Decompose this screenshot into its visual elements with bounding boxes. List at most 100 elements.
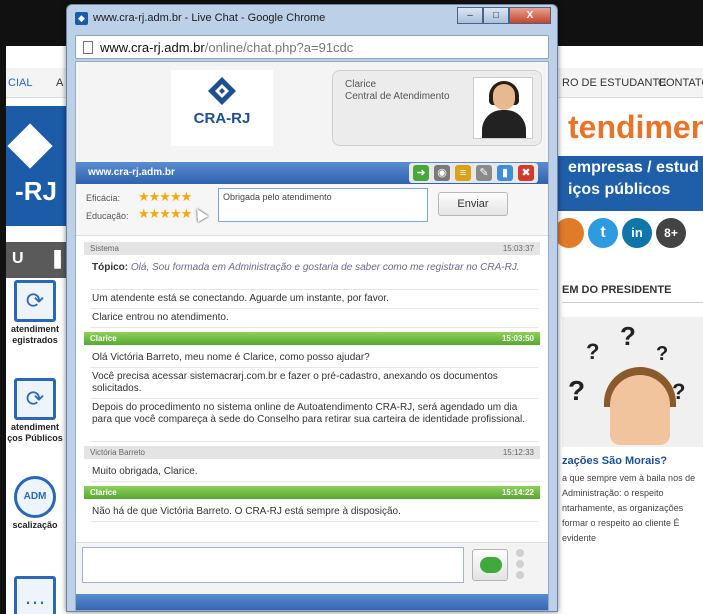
news-panel: EM DO PRESIDENTE ? ? ? ? ? zações São Mo… [562,284,703,546]
logo-diamond-icon [7,123,53,169]
send-rating-button[interactable]: Enviar [438,192,508,216]
message-header: Victória Barreto 15:12:33 [84,446,540,459]
agent-name: Clarice [345,79,377,90]
arrow-icon[interactable]: ➜ [413,165,429,181]
url-host: www.cra-rj.adm.br [100,40,205,55]
refresh-icon: ⟳ [14,378,56,420]
dark-tab-label: U [12,250,24,267]
message-text: Clarice entrou no atendimento. [92,312,229,323]
side-item-registrados[interactable]: ⟳ atendiment egistrados [6,280,64,346]
message-header: Clarice 15:03:50 [84,332,540,345]
news-header: EM DO PRESIDENTE [562,284,703,303]
message-time: 15:14:22 [501,488,534,497]
agent-info: Clarice Central de Atendimento [345,79,450,103]
education-stars[interactable]: ★★★★★ [138,206,192,222]
message-time: 15:12:33 [502,448,534,457]
banner-line-2: iços públicos [568,181,671,198]
rating-comment-input[interactable]: Obrigada pelo atendimento [218,188,428,222]
favicon-icon: ◆ [75,12,88,25]
message-divider [90,521,538,522]
message-sender: Victória Barreto [90,448,145,457]
message-divider [90,327,538,328]
refresh-icon: ⟳ [14,280,56,322]
question-marks-image[interactable]: ? ? ? ? ? [562,317,703,447]
print-icon[interactable]: ≡ [455,165,471,181]
toolbar-site-label: www.cra-rj.adm.br [88,167,175,178]
url-text: www.cra-rj.adm.br/online/chat.php?a=91cd… [100,40,353,55]
message-text: Olá Victória Barreto, meu nome é Clarice… [92,352,370,363]
message-sender: Sistema [90,244,119,253]
message-header: Clarice 15:14:22 [84,486,540,499]
woman-face [610,375,670,445]
nav-item-home[interactable]: CIAL [8,77,32,89]
message-list: Sistema 15:03:37 Tópico: Olá, Sou formada … [76,238,548,538]
nav-item-second[interactable]: A [56,77,63,89]
side-item-fiscalizacao[interactable]: ADM scalização [6,476,64,531]
cra-logo: CRA-RJ [171,70,273,146]
exit-icon[interactable]: ✖ [518,165,534,181]
chart-icon[interactable]: ▮ [497,165,513,181]
minimize-button[interactable]: – [457,7,483,24]
nav-item-contact[interactable]: CONTATO [658,77,703,89]
mouse-cursor-icon [191,205,209,223]
message-text: Não há de que Victória Barreto. O CRA-RJ… [92,506,401,517]
side-item-label: atendiment ços Públicos [7,422,63,443]
window-titlebar[interactable]: ◆ www.cra-rj.adm.br - Live Chat - Google… [67,5,557,33]
twitter-icon[interactable]: t [588,218,618,248]
chat-header: CRA-RJ Clarice Central de Atendimento [76,62,548,162]
chat-popup-window: ◆ www.cra-rj.adm.br - Live Chat - Google… [66,4,558,612]
window-controls: – □ X [457,7,551,25]
edit-icon[interactable]: ✎ [476,165,492,181]
education-label: Educação: [86,211,129,221]
googleplus-icon[interactable]: 8+ [656,218,686,248]
message-input[interactable] [82,547,464,583]
message-divider [90,398,538,399]
close-button[interactable]: X [509,7,551,24]
banner-headline: tendimen [568,109,703,145]
question-mark-icon: ? [586,339,600,364]
page-icon [83,41,93,54]
speech-bubble-icon [480,557,502,573]
scroll-controls[interactable] [516,549,526,581]
message-text: Você precisa acessar sistemacrarj.com.br… [92,371,498,394]
site-logo-text: -RJ [15,176,57,206]
cra-logo-text: CRA-RJ [193,110,251,127]
address-bar[interactable]: www.cra-rj.adm.br/online/chat.php?a=91cd… [75,35,549,59]
news-title[interactable]: zações São Morais? [562,455,703,467]
side-item-label: scalização [12,520,58,530]
hero-banner[interactable]: tendimen empresas / estud iços públicos [556,101,703,221]
agent-role: Central de Atendimento [345,91,450,102]
linkedin-icon[interactable]: in [622,218,652,248]
agent-avatar [473,77,533,139]
question-mark-icon: ? [620,321,636,351]
agent-card: Clarice Central de Atendimento [332,70,542,146]
side-item-servicos[interactable]: ⟳ atendiment ços Públicos [6,378,64,444]
efficiency-label: Eficácia: [86,193,121,203]
window-title: www.cra-rj.adm.br - Live Chat - Google C… [93,12,326,24]
sound-icon[interactable]: ◉ [434,165,450,181]
efficiency-stars[interactable]: ★★★★★ [138,189,192,205]
rss-icon[interactable] [554,218,584,248]
search-icon: ADM [14,476,56,518]
maximize-button[interactable]: □ [483,7,509,24]
chat-content: CRA-RJ Clarice Central de Atendimento ww… [75,61,549,611]
message-divider [90,289,538,290]
message-sender: Clarice [90,334,117,343]
message-text: Um atendente está se conectando. Aguarde… [92,293,389,304]
side-item-more[interactable]: … [6,576,64,614]
banner-line-1: empresas / estud [568,159,699,176]
site-logo[interactable]: -RJ [6,106,66,226]
chat-toolbar: www.cra-rj.adm.br ➜ ◉ ≡ ✎ ▮ ✖ [76,162,548,184]
question-mark-icon: ? [568,375,586,406]
topic-text: Olá, Sou formada em Administração e gost… [128,262,520,273]
toolbar-icons: ➜ ◉ ≡ ✎ ▮ ✖ [409,163,538,183]
nav-item-student[interactable]: RO DE ESTUDANTE [562,77,667,89]
message-text: Tópico: Olá, Sou formada em Administraçã… [92,262,538,274]
message-time: 15:03:50 [501,334,534,343]
send-message-button[interactable] [472,549,508,581]
message-text: Muito obrigada, Clarice. [92,466,198,477]
message-text: Depois do procedimento no sistema online… [92,402,526,425]
chat-footer [76,594,548,610]
chat-icon: … [14,576,56,614]
message-sender: Clarice [90,488,117,497]
